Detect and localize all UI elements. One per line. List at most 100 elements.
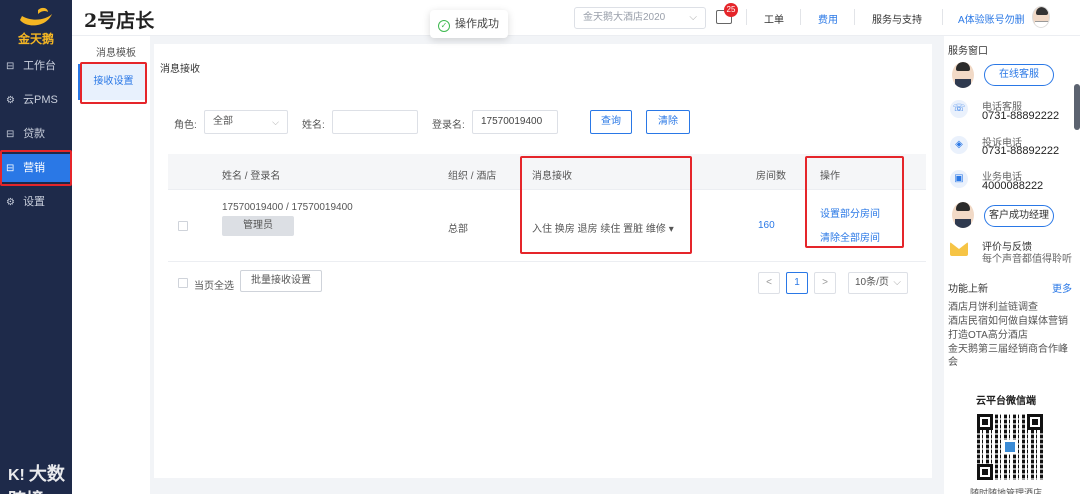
marketing-icon: ⊟ bbox=[6, 163, 15, 174]
qr-finder bbox=[977, 414, 993, 430]
sub-menu: 消息模板 接收设置 bbox=[72, 36, 150, 494]
qr-finder bbox=[977, 464, 993, 480]
row-org: 总部 bbox=[448, 224, 468, 235]
row-messages[interactable]: 入住 换房 退房 续住 置脏 维修 ▾ bbox=[532, 220, 674, 235]
qr-title: 云平台微信端 bbox=[976, 396, 1036, 407]
watermark-mark: K! bbox=[8, 467, 25, 484]
row-messages-text: 入住 换房 退房 续住 置脏 维修 bbox=[532, 224, 666, 235]
nav-item-label: 设置 bbox=[23, 196, 46, 208]
role-tag: 管理员 bbox=[222, 216, 294, 236]
business-value: 4000088222 bbox=[982, 180, 1044, 192]
main-content: 消息接收 角色: 全部 ⌵ 姓名: 登录名: 17570019400 查询 清除… bbox=[150, 36, 936, 494]
row-rooms[interactable]: 160 bbox=[758, 220, 775, 231]
link-fees[interactable]: 费用 bbox=[818, 11, 838, 26]
success-manager-button[interactable]: 客户成功经理 bbox=[984, 205, 1054, 227]
news-item[interactable]: 打造OTA高分酒店 bbox=[948, 329, 1076, 342]
workbench-icon: ⊟ bbox=[6, 61, 15, 72]
chevron-down-icon: ⌵ bbox=[689, 12, 697, 23]
nav-item-marketing[interactable]: ⊟ 营销 bbox=[0, 154, 72, 182]
select-all-label[interactable]: 当页全选 bbox=[194, 277, 234, 292]
scrollbar-thumb[interactable] bbox=[1074, 84, 1080, 130]
news-item[interactable]: 酒店民宿如何做自媒体营销 bbox=[948, 315, 1076, 328]
submenu-parent[interactable]: 消息模板 bbox=[96, 44, 136, 59]
watermark: K!大数跨境 bbox=[8, 460, 72, 494]
batch-settings-button[interactable]: 批量接收设置 bbox=[240, 270, 322, 292]
account-name[interactable]: A体验账号勿删 bbox=[958, 11, 1025, 26]
clear-button[interactable]: 清除 bbox=[646, 110, 690, 134]
page-1-button[interactable]: 1 bbox=[786, 272, 808, 294]
feedback-subtitle: 每个声音都值得聆听 bbox=[982, 254, 1072, 265]
chevron-down-icon: ⌵ bbox=[893, 277, 901, 288]
divider bbox=[746, 9, 747, 25]
loan-icon: ⊟ bbox=[6, 129, 15, 140]
prev-page-button[interactable]: < bbox=[758, 272, 780, 294]
select-all-checkbox[interactable] bbox=[178, 278, 188, 288]
table-header: 姓名 / 登录名 组织 / 酒店 消息接收 房间数 操作 bbox=[168, 154, 926, 190]
qr-logo bbox=[1003, 440, 1017, 454]
phone-icon: ☏ bbox=[950, 100, 968, 118]
shield-icon: ◈ bbox=[950, 136, 968, 154]
login-input[interactable]: 17570019400 bbox=[472, 110, 558, 134]
briefcase-icon: ▣ bbox=[950, 170, 968, 188]
col-messages: 消息接收 bbox=[532, 171, 572, 182]
manager-avatar bbox=[952, 202, 974, 228]
gear-icon: ⚙ bbox=[6, 95, 15, 106]
news-item[interactable]: 酒店月饼利益链调查 bbox=[948, 301, 1076, 314]
query-button[interactable]: 查询 bbox=[590, 110, 632, 134]
news-item[interactable]: 金天鹅第三届经销商合作峰会 bbox=[948, 343, 1076, 369]
nav-item-cloud-pms[interactable]: ⚙ 云PMS bbox=[0, 86, 72, 114]
row-name-login: 17570019400 / 17570019400 bbox=[222, 202, 353, 213]
page-size-value: 10条/页 bbox=[855, 277, 889, 288]
agent-avatar bbox=[952, 62, 974, 88]
success-toast: ✓ 操作成功 bbox=[430, 10, 508, 38]
divider bbox=[854, 9, 855, 25]
swan-logo-icon bbox=[20, 7, 52, 26]
content-panel: 消息接收 角色: 全部 ⌵ 姓名: 登录名: 17570019400 查询 清除… bbox=[154, 44, 932, 478]
divider bbox=[942, 9, 943, 25]
main-nav: 金天鹅 ⊟ 工作台 ⚙ 云PMS ⊟ 贷款 ⊟ 营销 ⚙ 设置 K!大数跨境 bbox=[0, 0, 72, 494]
name-input[interactable] bbox=[332, 110, 418, 134]
envelope-icon bbox=[950, 242, 968, 256]
logo[interactable]: 金天鹅 bbox=[8, 4, 64, 46]
link-ticket[interactable]: 工单 bbox=[764, 11, 784, 26]
logo-text: 金天鹅 bbox=[17, 32, 54, 46]
submenu-receive-settings[interactable]: 接收设置 bbox=[78, 64, 146, 100]
mail-badge: 25 bbox=[724, 3, 738, 17]
name-label: 姓名: bbox=[302, 120, 325, 131]
check-circle-icon: ✓ bbox=[438, 20, 450, 32]
online-service-button[interactable]: 在线客服 bbox=[984, 64, 1054, 86]
nav-item-label: 云PMS bbox=[23, 94, 58, 106]
mail-icon[interactable]: 25 bbox=[716, 3, 738, 24]
nav-item-workbench[interactable]: ⊟ 工作台 bbox=[0, 52, 72, 80]
role-select-value: 全部 bbox=[213, 116, 233, 127]
avatar[interactable] bbox=[1032, 6, 1050, 28]
row-checkbox[interactable] bbox=[178, 221, 188, 231]
qr-code bbox=[977, 414, 1043, 480]
col-rooms: 房间数 bbox=[756, 171, 786, 182]
page-size-select[interactable]: 10条/页 ⌵ bbox=[848, 272, 908, 294]
hotel-select-value: 金天鹅大酒店2020 bbox=[583, 12, 666, 23]
top-header: 2号店长 金天鹅大酒店2020 ⌵ 25 工单 费用 服务与支持 A体验账号勿删 bbox=[72, 0, 1080, 36]
role-label: 角色: bbox=[174, 120, 197, 131]
chevron-down-icon: ⌵ bbox=[272, 117, 279, 127]
set-partial-rooms-link[interactable]: 设置部分房间 bbox=[820, 205, 880, 220]
role-select[interactable]: 全部 ⌵ bbox=[204, 110, 288, 134]
store-title: 2号店长 bbox=[84, 10, 155, 32]
col-actions: 操作 bbox=[820, 171, 840, 182]
clear-all-rooms-link[interactable]: 清除全部房间 bbox=[820, 229, 880, 244]
table-footer: 当页全选 批量接收设置 < 1 > 10条/页 ⌵ bbox=[168, 270, 926, 296]
hotel-select[interactable]: 金天鹅大酒店2020 ⌵ bbox=[574, 7, 706, 29]
next-page-button[interactable]: > bbox=[814, 272, 836, 294]
table-row: 17570019400 / 17570019400 管理员 总部 入住 换房 退… bbox=[168, 190, 926, 262]
link-support[interactable]: 服务与支持 bbox=[872, 11, 922, 26]
login-label: 登录名: bbox=[432, 120, 465, 131]
toast-text: 操作成功 bbox=[455, 18, 499, 30]
news-more-link[interactable]: 更多 bbox=[1052, 280, 1072, 295]
service-title: 服务窗口 bbox=[948, 46, 988, 57]
nav-item-label: 工作台 bbox=[23, 60, 57, 72]
nav-item-label: 贷款 bbox=[23, 128, 46, 140]
nav-item-label: 营销 bbox=[23, 162, 46, 174]
qr-finder bbox=[1027, 414, 1043, 430]
nav-item-settings[interactable]: ⚙ 设置 bbox=[0, 188, 72, 216]
nav-item-loan[interactable]: ⊟ 贷款 bbox=[0, 120, 72, 148]
